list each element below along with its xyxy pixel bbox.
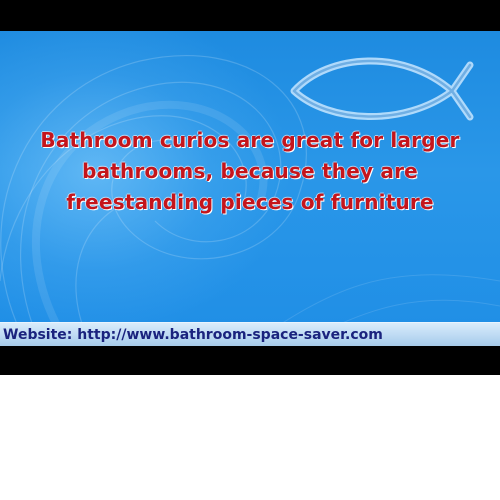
website-url: Website: http://www.bathroom-space-saver… bbox=[3, 327, 383, 343]
headline-line-1: Bathroom curios are great for larger bbox=[40, 128, 460, 152]
headline: Bathroom curios are great for larger bat… bbox=[20, 125, 480, 218]
headline-line-2: bathrooms, because they are bbox=[82, 159, 418, 183]
ichthys-fish-icon bbox=[290, 57, 474, 121]
website-bar: Website: http://www.bathroom-space-saver… bbox=[0, 322, 500, 346]
headline-line-3: freestanding pieces of furniture bbox=[66, 190, 434, 214]
slide: Bathroom curios are great for larger bat… bbox=[0, 31, 500, 344]
video-frame: Bathroom curios are great for larger bat… bbox=[0, 0, 500, 375]
page: Bathroom curios are great for larger bat… bbox=[0, 0, 500, 500]
